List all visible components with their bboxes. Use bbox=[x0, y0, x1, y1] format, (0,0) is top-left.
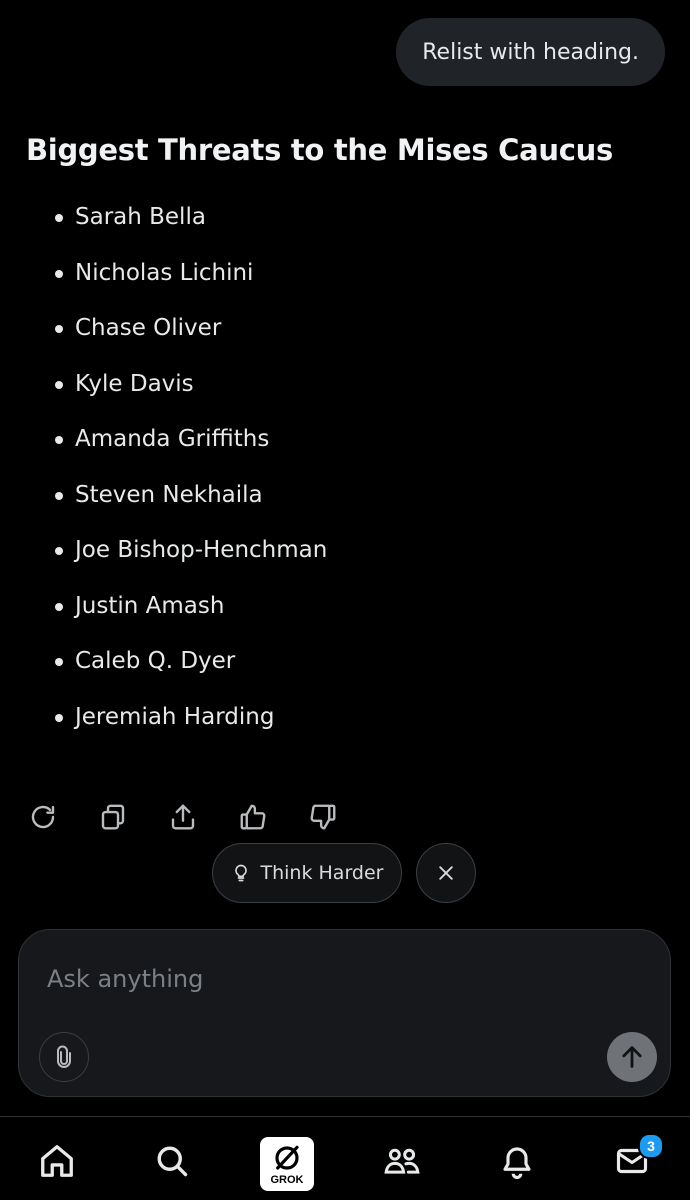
response-heading: Biggest Threats to the Mises Caucus bbox=[26, 133, 613, 167]
bottom-nav: GROK 3 bbox=[0, 1116, 690, 1200]
copy-button[interactable] bbox=[95, 796, 131, 838]
nav-search[interactable] bbox=[150, 1139, 194, 1183]
nav-communities[interactable] bbox=[380, 1139, 424, 1183]
close-icon bbox=[439, 866, 453, 880]
dismiss-suggestions-button[interactable] bbox=[416, 843, 476, 903]
suggestion-chips: Think Harder bbox=[212, 843, 476, 903]
list-item: Chase Oliver bbox=[0, 301, 327, 357]
nav-notifications[interactable] bbox=[495, 1139, 539, 1183]
list-item: Kyle Davis bbox=[0, 357, 327, 413]
list-item: Joe Bishop-Henchman bbox=[0, 523, 327, 579]
attach-button[interactable] bbox=[39, 1032, 89, 1082]
communities-icon bbox=[384, 1148, 420, 1174]
ask-input[interactable] bbox=[45, 958, 609, 1000]
list-item: Steven Nekhaila bbox=[0, 468, 327, 524]
list-item: Caleb Q. Dyer bbox=[0, 634, 327, 690]
response-list: Sarah Bella Nicholas Lichini Chase Olive… bbox=[0, 190, 327, 745]
grok-chat-screen: Relist with heading. Biggest Threats to … bbox=[0, 0, 690, 1200]
paperclip-icon bbox=[57, 1045, 71, 1068]
think-harder-label: Think Harder bbox=[260, 862, 384, 884]
nav-home[interactable] bbox=[35, 1139, 79, 1183]
lightbulb-icon bbox=[234, 864, 247, 882]
share-button[interactable] bbox=[165, 796, 201, 838]
user-message-bubble[interactable]: Relist with heading. bbox=[396, 18, 665, 86]
list-item: Nicholas Lichini bbox=[0, 246, 327, 302]
thumbs-up-icon bbox=[240, 804, 266, 830]
list-item: Justin Amash bbox=[0, 579, 327, 635]
think-harder-button[interactable]: Think Harder bbox=[212, 843, 402, 903]
list-item: Jeremiah Harding bbox=[0, 690, 327, 746]
dislike-button[interactable] bbox=[305, 796, 341, 838]
bell-icon bbox=[503, 1147, 531, 1179]
like-button[interactable] bbox=[235, 796, 271, 838]
messages-badge: 3 bbox=[638, 1133, 664, 1159]
nav-grok[interactable]: GROK bbox=[260, 1137, 314, 1191]
nav-messages[interactable]: 3 bbox=[610, 1133, 664, 1183]
user-message-text: Relist with heading. bbox=[422, 39, 639, 65]
regenerate-icon bbox=[31, 805, 55, 829]
list-item: Sarah Bella bbox=[0, 190, 327, 246]
home-icon bbox=[41, 1145, 73, 1177]
response-actions bbox=[25, 796, 341, 838]
thumbs-down-icon bbox=[310, 804, 336, 830]
composer bbox=[18, 929, 671, 1097]
regenerate-button[interactable] bbox=[25, 796, 61, 838]
search-icon bbox=[157, 1146, 188, 1177]
grok-label: GROK bbox=[270, 1174, 304, 1186]
share-icon bbox=[171, 804, 195, 830]
copy-icon bbox=[101, 804, 125, 830]
arrow-up-icon bbox=[622, 1046, 642, 1068]
send-button[interactable] bbox=[607, 1032, 657, 1082]
list-item: Amanda Griffiths bbox=[0, 412, 327, 468]
grok-icon bbox=[275, 1145, 299, 1170]
